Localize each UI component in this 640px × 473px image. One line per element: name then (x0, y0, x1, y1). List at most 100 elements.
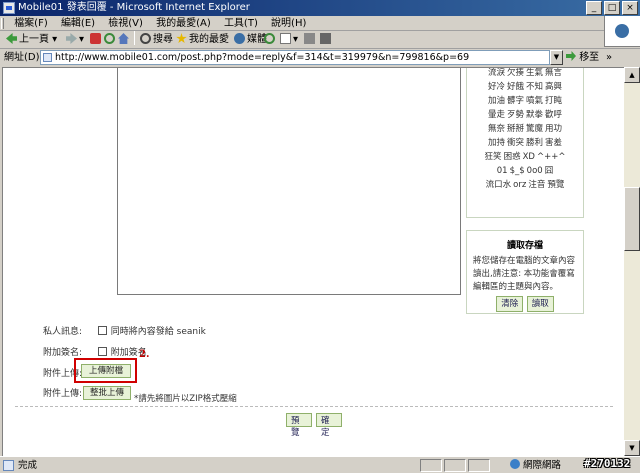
read-button[interactable]: 讀取 (526, 296, 554, 312)
url-input[interactable]: http://www.mobile01.com/post.php?mode=re… (40, 50, 550, 65)
scroll-up-button[interactable]: ▲ (624, 67, 640, 83)
smiley-item[interactable]: 狂笑 (485, 152, 502, 162)
batch-upload-button[interactable]: 整批上傳 (83, 386, 131, 400)
smiley-item[interactable]: XD (523, 152, 535, 162)
scroll-down-button[interactable]: ▼ (624, 440, 640, 456)
smiley-row: 流淚 欠揍 生氣 無言 (471, 68, 579, 80)
refresh-icon (104, 33, 115, 44)
back-button[interactable]: 上一頁 ▾ (6, 31, 57, 49)
smiley-item[interactable]: 加持 (488, 138, 505, 148)
favorites-button[interactable]: 我的最愛 (176, 31, 229, 49)
smiley-item[interactable]: 預覽 (547, 180, 564, 190)
smiley-item[interactable]: 不知 (526, 82, 543, 92)
smiley-item[interactable]: 生氣 (526, 68, 543, 78)
smiley-item[interactable]: 流口水 (486, 180, 512, 190)
smiley-item[interactable]: 噴氣 (526, 96, 543, 106)
smiley-item[interactable]: 0o0 (527, 166, 543, 176)
smiley-item[interactable]: 用功 (545, 124, 562, 134)
smiley-item[interactable]: $_$ (510, 166, 525, 176)
url-dropdown-button[interactable]: ▼ (550, 50, 563, 65)
signature-checkbox[interactable] (97, 347, 107, 356)
print-button[interactable] (304, 31, 317, 49)
smiley-item[interactable]: 困惑 (504, 152, 521, 162)
search-label: 搜尋 (153, 34, 173, 45)
private-message-checkbox[interactable] (97, 326, 107, 335)
smiley-item[interactable]: 默拳 (526, 110, 543, 120)
smiley-row: 狂笑 困惑 XD ^++^ (471, 150, 579, 164)
smiley-item[interactable]: 流淚 (488, 68, 505, 78)
status-pane (420, 459, 442, 472)
smiley-item[interactable]: 囧 (545, 166, 554, 176)
smiley-item[interactable]: 高興 (545, 82, 562, 92)
smiley-item[interactable]: 髒字 (507, 96, 524, 106)
clear-button[interactable]: 清除 (496, 296, 524, 312)
smiley-item[interactable]: 暈走 (488, 110, 505, 120)
edit-button[interactable] (320, 31, 333, 49)
smiley-row: 加油 髒字 噴氣 打盹 (471, 94, 579, 108)
smiley-item[interactable]: 衝突 (507, 138, 524, 148)
smiley-item[interactable]: 01 (497, 166, 508, 176)
go-button[interactable]: 移至 (566, 49, 599, 66)
submit-button[interactable]: 確定 (316, 413, 342, 438)
zone-label: 網際網路 (523, 460, 562, 471)
menu-favorites[interactable]: 我的最愛(A) (151, 16, 216, 31)
smiley-item[interactable]: 好餓 (507, 82, 524, 92)
window-controls: _ □ × (586, 1, 638, 15)
step-marker: 2. (139, 349, 150, 360)
menu-view[interactable]: 檢視(V) (103, 16, 148, 31)
media-button[interactable]: 媒體 (234, 31, 267, 49)
preview-button[interactable]: 預覽 (286, 413, 312, 438)
refresh-button[interactable] (104, 31, 117, 49)
toolbar-separator (134, 31, 135, 49)
search-button[interactable]: 搜尋 (140, 31, 173, 49)
forward-button[interactable]: ▾ (66, 31, 84, 49)
smiley-item[interactable]: 無言 (545, 68, 562, 78)
page-icon (43, 53, 52, 62)
smiley-item[interactable]: ^++^ (537, 152, 566, 162)
smiley-item[interactable]: 勝利 (526, 138, 543, 148)
history-button[interactable] (264, 31, 277, 49)
vertical-scrollbar[interactable]: ▲ ▼ (624, 67, 640, 456)
menu-file[interactable]: 檔案(F) (9, 16, 53, 31)
address-label: 網址(D) (4, 52, 40, 63)
menu-edit[interactable]: 編輯(E) (56, 16, 100, 31)
smiley-item[interactable]: 掰掰 (507, 124, 524, 134)
smiley-row: 暈走 歹勢 默拳 歡呼 (471, 108, 579, 122)
private-message-row: 私人訊息: 同時將內容發給 seanik (43, 324, 206, 337)
smiley-item[interactable]: 無奈 (488, 124, 505, 134)
signature-label: 附加簽名: (43, 348, 83, 358)
links-label: » (606, 52, 613, 63)
close-button[interactable]: × (622, 1, 638, 15)
stop-button[interactable] (90, 31, 103, 49)
watermark-text: #270132 (584, 457, 631, 470)
menu-help[interactable]: 說明(H) (266, 16, 311, 31)
smiley-item[interactable]: 加油 (488, 96, 505, 106)
home-button[interactable] (118, 31, 131, 49)
mail-button[interactable]: ▾ (280, 31, 298, 49)
minimize-button[interactable]: _ (586, 1, 602, 15)
smiley-item[interactable]: 注音 (528, 180, 545, 190)
draft-title: 讀取存檔 (506, 241, 543, 251)
smiley-item[interactable]: orz (513, 180, 526, 190)
highlight-box (74, 358, 137, 383)
smiley-item[interactable]: 害羞 (545, 138, 562, 148)
smiley-item[interactable]: 欠揍 (507, 68, 524, 78)
links-button[interactable]: » (606, 49, 612, 66)
message-textarea[interactable] (117, 68, 461, 295)
address-bar: 網址(D) http://www.mobile01.com/post.php?m… (0, 49, 640, 66)
smiley-item[interactable]: 好冷 (488, 82, 505, 92)
menubar-grip (1, 18, 4, 29)
maximize-button[interactable]: □ (604, 1, 620, 15)
smiley-item[interactable]: 歹勢 (507, 110, 524, 120)
back-label: 上一頁 (19, 34, 49, 45)
draft-panel: 讀取存檔 將您儲存在電腦的文章內容讀出,請注意: 本功能會覆寫編輯區的主題與內容… (466, 230, 584, 314)
search-icon (140, 33, 151, 44)
smiley-row: 01 $_$ 0o0 囧 (471, 164, 579, 178)
scroll-thumb[interactable] (624, 187, 640, 251)
smiley-item[interactable]: 驚魔 (526, 124, 543, 134)
media-icon (234, 33, 245, 44)
menu-tools[interactable]: 工具(T) (219, 16, 263, 31)
smiley-item[interactable]: 打盹 (545, 96, 562, 106)
smiley-row: 好冷 好餓 不知 高興 (471, 80, 579, 94)
smiley-item[interactable]: 歡呼 (545, 110, 562, 120)
